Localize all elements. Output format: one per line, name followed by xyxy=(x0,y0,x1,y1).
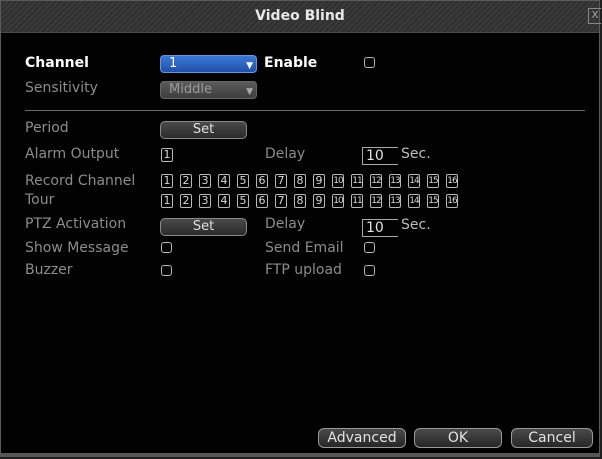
sensitivity-label: Sensitivity xyxy=(25,80,98,96)
record-channel-9[interactable]: 9 xyxy=(313,174,325,188)
delay-label-2: Delay xyxy=(265,216,306,232)
record-channel-10[interactable]: 10 xyxy=(332,174,344,188)
tour-channel-3[interactable]: 3 xyxy=(199,194,211,208)
enable-checkbox[interactable] xyxy=(364,57,375,68)
ftp-upload-label: FTP upload xyxy=(265,262,342,278)
tour-channel-14[interactable]: 14 xyxy=(408,194,420,208)
tour-channel-8[interactable]: 8 xyxy=(294,194,306,208)
record-channel-15[interactable]: 15 xyxy=(427,174,439,188)
record-channel-12[interactable]: 12 xyxy=(370,174,382,188)
advanced-button[interactable]: Advanced xyxy=(318,428,406,448)
sec-label: Sec. xyxy=(401,146,431,162)
tour-channel-15[interactable]: 15 xyxy=(427,194,439,208)
tour-label: Tour xyxy=(25,192,55,208)
delay-input[interactable]: 10 xyxy=(362,147,398,165)
tour-channel-9[interactable]: 9 xyxy=(313,194,325,208)
tour-channel-16[interactable]: 16 xyxy=(446,194,458,208)
send-email-label: Send Email xyxy=(265,240,344,256)
record-channel-6[interactable]: 6 xyxy=(256,174,268,188)
chevron-down-icon: ▼ xyxy=(246,61,253,71)
record-channel-5[interactable]: 5 xyxy=(237,174,249,188)
buzzer-label: Buzzer xyxy=(25,262,73,278)
tour-channel-7[interactable]: 7 xyxy=(275,194,287,208)
record-channel-11[interactable]: 11 xyxy=(351,174,363,188)
ptz-activation-label: PTZ Activation xyxy=(25,216,127,232)
cancel-button[interactable]: Cancel xyxy=(511,428,593,448)
record-channel-16[interactable]: 16 xyxy=(446,174,458,188)
tour-channel-12[interactable]: 12 xyxy=(370,194,382,208)
enable-label: Enable xyxy=(264,55,318,71)
dialog-title: Video Blind xyxy=(255,8,345,24)
delay-input-2[interactable]: 10 xyxy=(362,219,398,237)
record-channel-7[interactable]: 7 xyxy=(275,174,287,188)
tour-channel-11[interactable]: 11 xyxy=(351,194,363,208)
channel-label: Channel xyxy=(25,55,89,71)
record-channel-14[interactable]: 14 xyxy=(408,174,420,188)
tour-channel-1[interactable]: 1 xyxy=(161,194,173,208)
tour-channel-13[interactable]: 13 xyxy=(389,194,401,208)
video-blind-dialog: Video Blind X Channel 1 ▼ Enable Sensiti… xyxy=(0,0,601,457)
channel-value: 1 xyxy=(169,56,178,71)
sensitivity-dropdown[interactable]: Middle ▼ xyxy=(160,81,257,99)
ok-button[interactable]: OK xyxy=(414,428,502,448)
show-message-label: Show Message xyxy=(25,240,129,256)
channel-dropdown[interactable]: 1 ▼ xyxy=(160,55,257,73)
tour-channel-10[interactable]: 10 xyxy=(332,194,344,208)
section-divider xyxy=(25,110,585,111)
sec-label-2: Sec. xyxy=(401,217,431,233)
tour-channel-5[interactable]: 5 xyxy=(237,194,249,208)
ptz-set-button[interactable]: Set xyxy=(160,218,247,236)
delay-label: Delay xyxy=(265,146,306,162)
show-message-checkbox[interactable] xyxy=(161,242,172,253)
sensitivity-value: Middle xyxy=(169,82,212,97)
tour-channel-4[interactable]: 4 xyxy=(218,194,230,208)
record-channel-1[interactable]: 1 xyxy=(161,174,173,188)
record-channel-8[interactable]: 8 xyxy=(294,174,306,188)
send-email-checkbox[interactable] xyxy=(364,242,375,253)
record-channel-3[interactable]: 3 xyxy=(199,174,211,188)
chevron-down-icon: ▼ xyxy=(246,87,253,97)
ftp-upload-checkbox[interactable] xyxy=(364,265,375,276)
record-channel-label: Record Channel xyxy=(25,173,136,189)
title-bar[interactable]: Video Blind X xyxy=(1,1,601,33)
alarm-output-label: Alarm Output xyxy=(25,146,120,162)
buzzer-checkbox[interactable] xyxy=(161,265,172,276)
record-channel-4[interactable]: 4 xyxy=(218,174,230,188)
tour-channel-2[interactable]: 2 xyxy=(180,194,192,208)
close-icon[interactable]: X xyxy=(588,8,601,24)
period-label: Period xyxy=(25,120,69,136)
tour-channel-6[interactable]: 6 xyxy=(256,194,268,208)
record-channel-13[interactable]: 13 xyxy=(389,174,401,188)
alarm-output-1[interactable]: 1 xyxy=(161,148,173,162)
period-set-button[interactable]: Set xyxy=(160,121,247,139)
record-channel-2[interactable]: 2 xyxy=(180,174,192,188)
bottom-strip xyxy=(1,453,599,457)
